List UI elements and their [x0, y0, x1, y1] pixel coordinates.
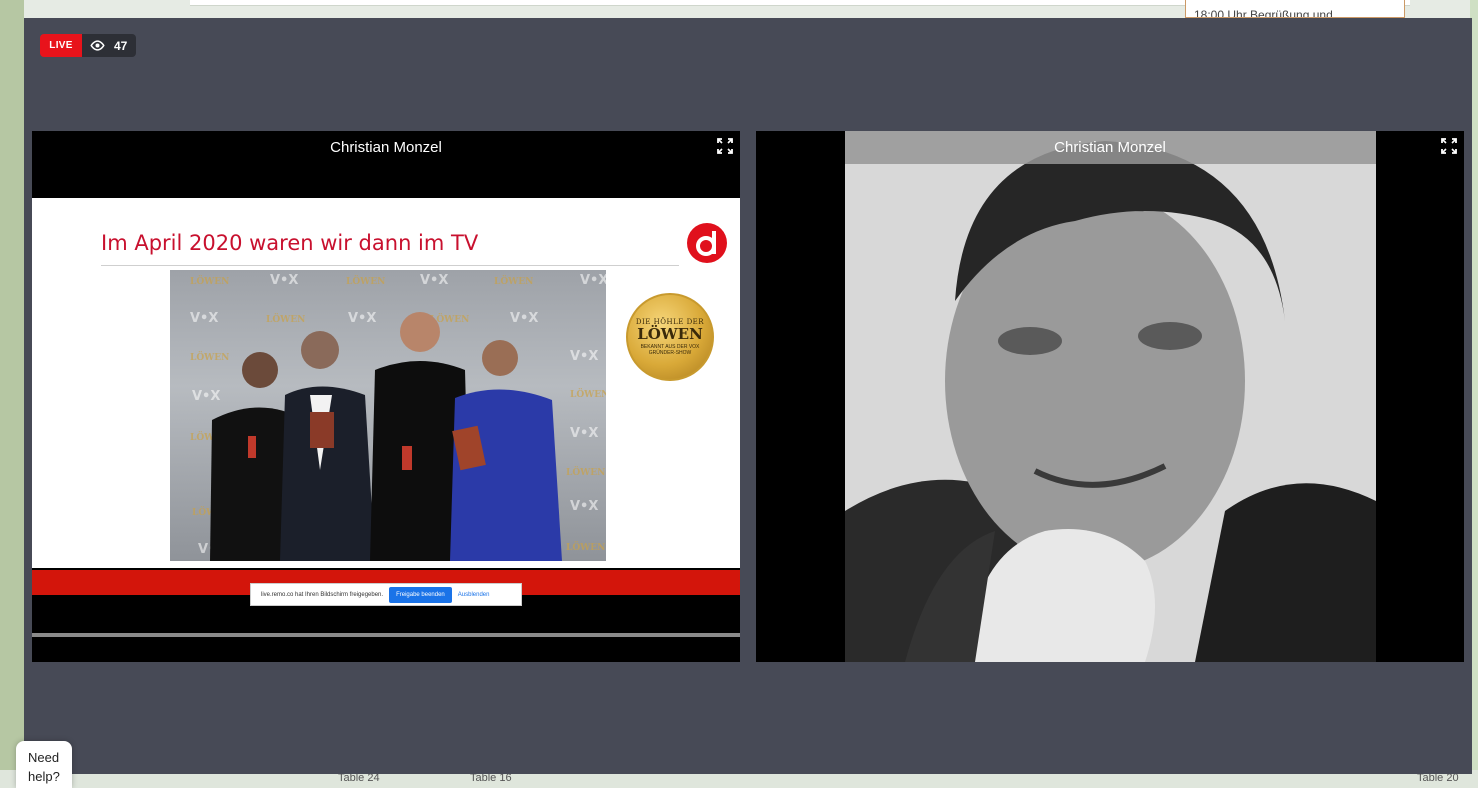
camera-tile[interactable]: Christian Monzel [756, 131, 1464, 662]
screen-share-tile[interactable]: Christian Monzel Im April 2020 waren wir… [32, 131, 740, 662]
svg-text:V•X: V•X [570, 349, 598, 364]
svg-text:LÖWEN: LÖWEN [566, 465, 605, 478]
share-notice-text: live.remo.co hat Ihren Bildschirm freige… [261, 591, 384, 598]
participant-video [845, 131, 1376, 662]
agenda-text: 18:00 Uhr Begrüßung und [1194, 8, 1333, 18]
presentation-stage: LIVE 47 Christian Monzel Im April 2020 w… [24, 18, 1472, 774]
slide-divider [101, 265, 679, 266]
fullscreen-icon[interactable] [717, 138, 733, 154]
svg-text:LÖWEN: LÖWEN [190, 350, 229, 363]
team-photo: V•XV•XV•X V•XV•XV•X V•XV•XV•X V•XV•X LÖW… [170, 270, 606, 561]
slide-footer-line [32, 633, 740, 637]
shared-slide: Im April 2020 waren wir dann im TV V•X V•… [32, 198, 740, 637]
fullscreen-icon[interactable] [1441, 138, 1457, 154]
participant-name: Christian Monzel [1054, 139, 1166, 156]
svg-text:LÖWEN: LÖWEN [570, 387, 606, 400]
brand-logo [687, 223, 727, 263]
seal-line2: LÖWEN [637, 325, 703, 343]
need-help-button[interactable]: Need help? [16, 741, 72, 788]
svg-text:V•X: V•X [570, 426, 598, 441]
svg-text:V•X: V•X [580, 273, 606, 288]
viewer-count: 47 [114, 38, 128, 53]
svg-text:LÖWEN: LÖWEN [566, 540, 605, 553]
eye-icon [90, 40, 105, 51]
svg-text:V•X: V•X [420, 273, 448, 288]
stop-sharing-button[interactable]: Freigabe beenden [389, 586, 452, 603]
award-seal: DIE HÖHLE DER LÖWEN BEKANNT AUS DER VOX … [626, 293, 714, 381]
agenda-panel: 18:00 Uhr Begrüßung und [1185, 0, 1405, 18]
svg-text:V•X: V•X [348, 311, 376, 326]
svg-text:LÖWEN: LÖWEN [494, 274, 533, 287]
slide-title: Im April 2020 waren wir dann im TV [101, 231, 479, 255]
svg-text:V•X: V•X [190, 311, 218, 326]
svg-text:V•X: V•X [192, 389, 220, 404]
svg-text:V•X: V•X [510, 311, 538, 326]
seal-line3: BEKANNT AUS DER VOX GRÜNDER-SHOW [640, 344, 700, 356]
svg-text:LÖWEN: LÖWEN [190, 274, 229, 287]
viewer-count-badge: 47 [82, 34, 136, 57]
svg-text:LÖWEN: LÖWEN [266, 312, 305, 325]
live-badge: LIVE [40, 34, 82, 57]
svg-text:V•X: V•X [270, 273, 298, 288]
hide-notice-link[interactable]: Ausblenden [458, 592, 490, 598]
svg-text:V•X: V•X [570, 499, 598, 514]
svg-text:LÖWEN: LÖWEN [346, 274, 385, 287]
participant-name: Christian Monzel [330, 139, 442, 156]
screen-share-notice: live.remo.co hat Ihren Bildschirm freige… [250, 583, 522, 606]
